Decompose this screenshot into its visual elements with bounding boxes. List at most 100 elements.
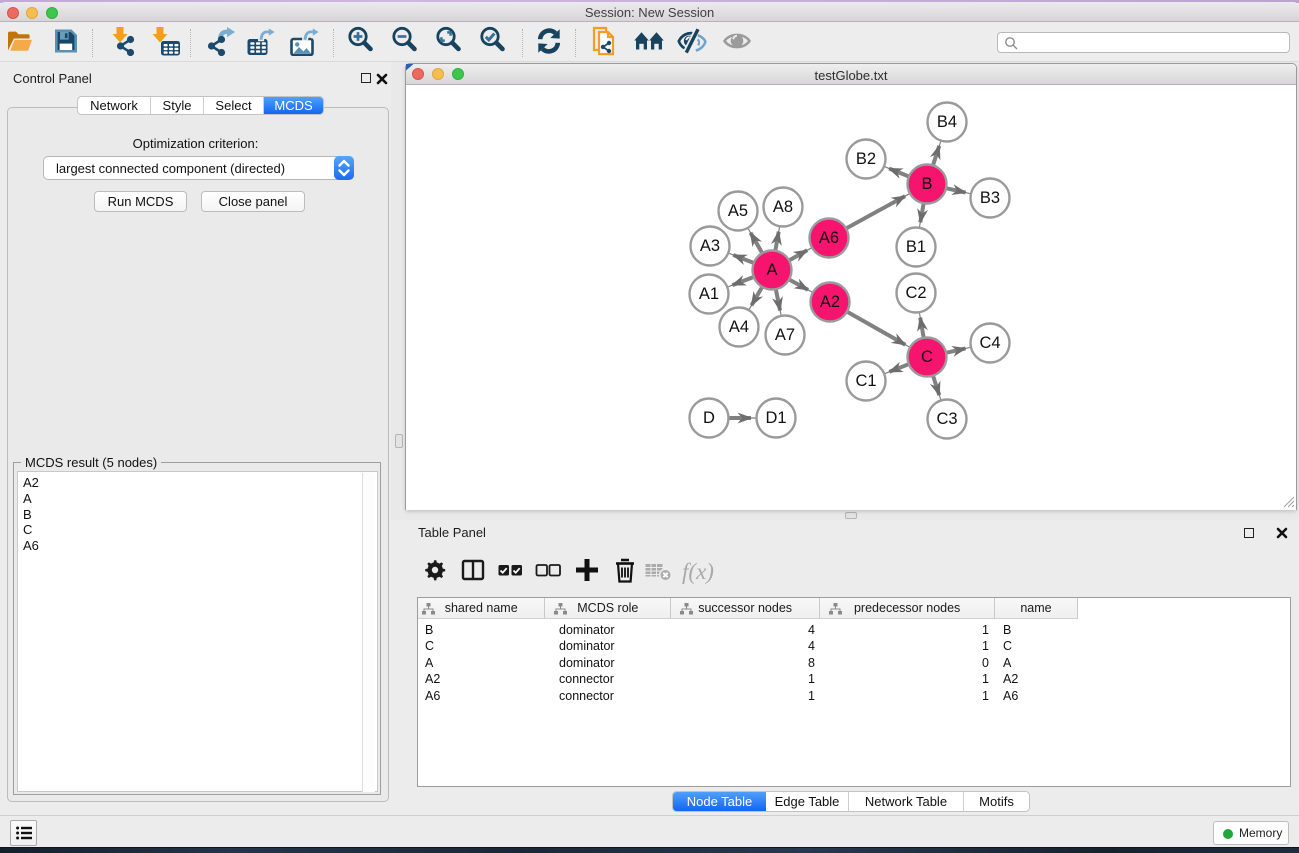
zoom-selected-button[interactable] bbox=[478, 27, 510, 59]
cell-mcds-role[interactable]: dominator bbox=[559, 656, 615, 670]
node-A1[interactable]: A1 bbox=[690, 275, 729, 314]
node-A7[interactable]: A7 bbox=[766, 316, 805, 355]
cell-predecessor-nodes[interactable]: 1 bbox=[918, 623, 989, 637]
cell-name[interactable]: A2 bbox=[1003, 672, 1018, 686]
cell-shared-name[interactable]: A6 bbox=[425, 689, 440, 703]
criterion-dropdown[interactable]: largest connected component (directed) bbox=[43, 156, 354, 180]
zoom-in-button[interactable] bbox=[346, 27, 378, 59]
split-columns-button[interactable] bbox=[459, 558, 487, 586]
edge-A-A7[interactable] bbox=[776, 290, 781, 316]
node-A5[interactable]: A5 bbox=[719, 192, 758, 231]
task-history-button[interactable] bbox=[10, 820, 37, 846]
node-C2[interactable]: C2 bbox=[897, 274, 936, 313]
table-row[interactable]: B dominator 4 1 B bbox=[418, 622, 1078, 638]
tab-node-table[interactable]: Node Table bbox=[673, 792, 766, 811]
export-table-button[interactable] bbox=[245, 27, 277, 59]
cell-shared-name[interactable]: A2 bbox=[425, 672, 440, 686]
show-all-button[interactable] bbox=[721, 27, 753, 59]
window-resize-grip[interactable] bbox=[1282, 495, 1295, 508]
edge-A-A5[interactable] bbox=[748, 228, 762, 252]
gear-button[interactable] bbox=[421, 558, 449, 586]
cell-mcds-role[interactable]: connector bbox=[559, 689, 614, 703]
mcds-result-item[interactable]: B bbox=[18, 507, 358, 523]
tab-edge-table[interactable]: Edge Table bbox=[766, 792, 849, 811]
delete-table-button[interactable] bbox=[645, 558, 673, 586]
cell-predecessor-nodes[interactable]: 1 bbox=[918, 639, 989, 653]
node-C4[interactable]: C4 bbox=[971, 324, 1010, 363]
cell-successor-nodes[interactable]: 4 bbox=[748, 639, 815, 653]
column-header-predecessor-nodes[interactable]: predecessor nodes bbox=[820, 598, 995, 619]
vertical-splitter-grip[interactable] bbox=[395, 434, 403, 448]
select-all-button[interactable] bbox=[496, 558, 524, 586]
column-header-shared-name[interactable]: shared name bbox=[418, 598, 545, 619]
edge-A-A4[interactable] bbox=[749, 287, 762, 309]
result-scrollbar[interactable] bbox=[362, 473, 375, 792]
node-A[interactable]: A bbox=[753, 251, 792, 290]
edge-B-B4[interactable] bbox=[933, 141, 941, 165]
save-session-button[interactable] bbox=[50, 27, 82, 59]
edge-C-C2[interactable] bbox=[919, 313, 923, 338]
cell-predecessor-nodes[interactable]: 0 bbox=[918, 656, 989, 670]
node-A6[interactable]: A6 bbox=[810, 219, 849, 258]
tab-network[interactable]: Network bbox=[78, 97, 151, 114]
cell-mcds-role[interactable]: dominator bbox=[559, 639, 615, 653]
node-D1[interactable]: D1 bbox=[757, 399, 796, 438]
tab-select[interactable]: Select bbox=[204, 97, 264, 114]
cell-name[interactable]: A bbox=[1003, 656, 1011, 670]
cell-successor-nodes[interactable]: 1 bbox=[748, 689, 815, 703]
hide-selected-button[interactable] bbox=[676, 27, 708, 59]
edge-A6-B[interactable] bbox=[847, 194, 910, 229]
column-header-MCDS-role[interactable]: MCDS role bbox=[545, 598, 671, 619]
tab-style[interactable]: Style bbox=[151, 97, 204, 114]
table-row[interactable]: A6 connector 1 1 A6 bbox=[418, 688, 1078, 704]
edge-A2-C[interactable] bbox=[847, 312, 909, 347]
edge-C-C4[interactable] bbox=[947, 347, 971, 352]
zoom-fit-button[interactable] bbox=[434, 27, 466, 59]
cell-successor-nodes[interactable]: 4 bbox=[748, 623, 815, 637]
close-panel-button[interactable]: Close panel bbox=[201, 191, 305, 212]
cell-mcds-role[interactable]: dominator bbox=[559, 623, 615, 637]
mcds-result-list[interactable]: A2ABCA6 bbox=[17, 471, 378, 792]
node-A8[interactable]: A8 bbox=[764, 188, 803, 227]
mcds-result-item[interactable]: A6 bbox=[18, 538, 358, 554]
cell-successor-nodes[interactable]: 8 bbox=[748, 656, 815, 670]
network-window-titlebar[interactable]: testGlobe.txt bbox=[406, 64, 1296, 85]
search-input[interactable] bbox=[997, 32, 1290, 53]
cell-mcds-role[interactable]: connector bbox=[559, 672, 614, 686]
edge-A-A3[interactable] bbox=[729, 253, 754, 263]
column-header-name[interactable]: name bbox=[995, 598, 1077, 619]
open-session-folder-button[interactable] bbox=[4, 27, 36, 59]
node-D[interactable]: D bbox=[690, 399, 729, 438]
import-network-button[interactable] bbox=[107, 27, 139, 59]
table-row[interactable]: A dominator 8 0 A bbox=[418, 655, 1078, 671]
node-C3[interactable]: C3 bbox=[928, 400, 967, 439]
table-float-panel-icon[interactable] bbox=[1244, 528, 1254, 538]
add-button[interactable] bbox=[573, 558, 601, 586]
tab-motifs[interactable]: Motifs bbox=[964, 792, 1029, 811]
edge-B-B3[interactable] bbox=[947, 188, 971, 193]
edge-A-A2[interactable] bbox=[790, 280, 813, 293]
function-builder-button[interactable]: f(x) bbox=[684, 558, 712, 586]
edge-B-B2[interactable] bbox=[885, 167, 909, 177]
zoom-out-button[interactable] bbox=[390, 27, 422, 59]
node-C[interactable]: C bbox=[908, 338, 947, 377]
cell-name[interactable]: C bbox=[1003, 639, 1012, 653]
node-B[interactable]: B bbox=[908, 165, 947, 204]
edge-A-A1[interactable] bbox=[728, 277, 754, 287]
memory-button[interactable]: Memory bbox=[1213, 821, 1289, 845]
cell-name[interactable]: A6 bbox=[1003, 689, 1018, 703]
horizontal-splitter-grip[interactable] bbox=[845, 512, 857, 519]
edge-A-A6[interactable] bbox=[789, 248, 811, 260]
edge-A-A8[interactable] bbox=[775, 227, 779, 251]
close-panel-icon[interactable] bbox=[376, 73, 388, 85]
node-A4[interactable]: A4 bbox=[720, 308, 759, 347]
export-network-button[interactable] bbox=[204, 27, 236, 59]
cell-successor-nodes[interactable]: 1 bbox=[748, 672, 815, 686]
network-canvas[interactable]: B4 B2 B B3 A8 A5 A6 A3 B1 A A1 C2 A2 bbox=[406, 86, 1296, 510]
node-B1[interactable]: B1 bbox=[897, 228, 936, 267]
cell-shared-name[interactable]: A bbox=[425, 656, 433, 670]
edge-C-C1[interactable] bbox=[885, 364, 909, 373]
table-row[interactable]: A2 connector 1 1 A2 bbox=[418, 671, 1078, 687]
node-C1[interactable]: C1 bbox=[847, 362, 886, 401]
import-table-button[interactable] bbox=[150, 27, 182, 59]
